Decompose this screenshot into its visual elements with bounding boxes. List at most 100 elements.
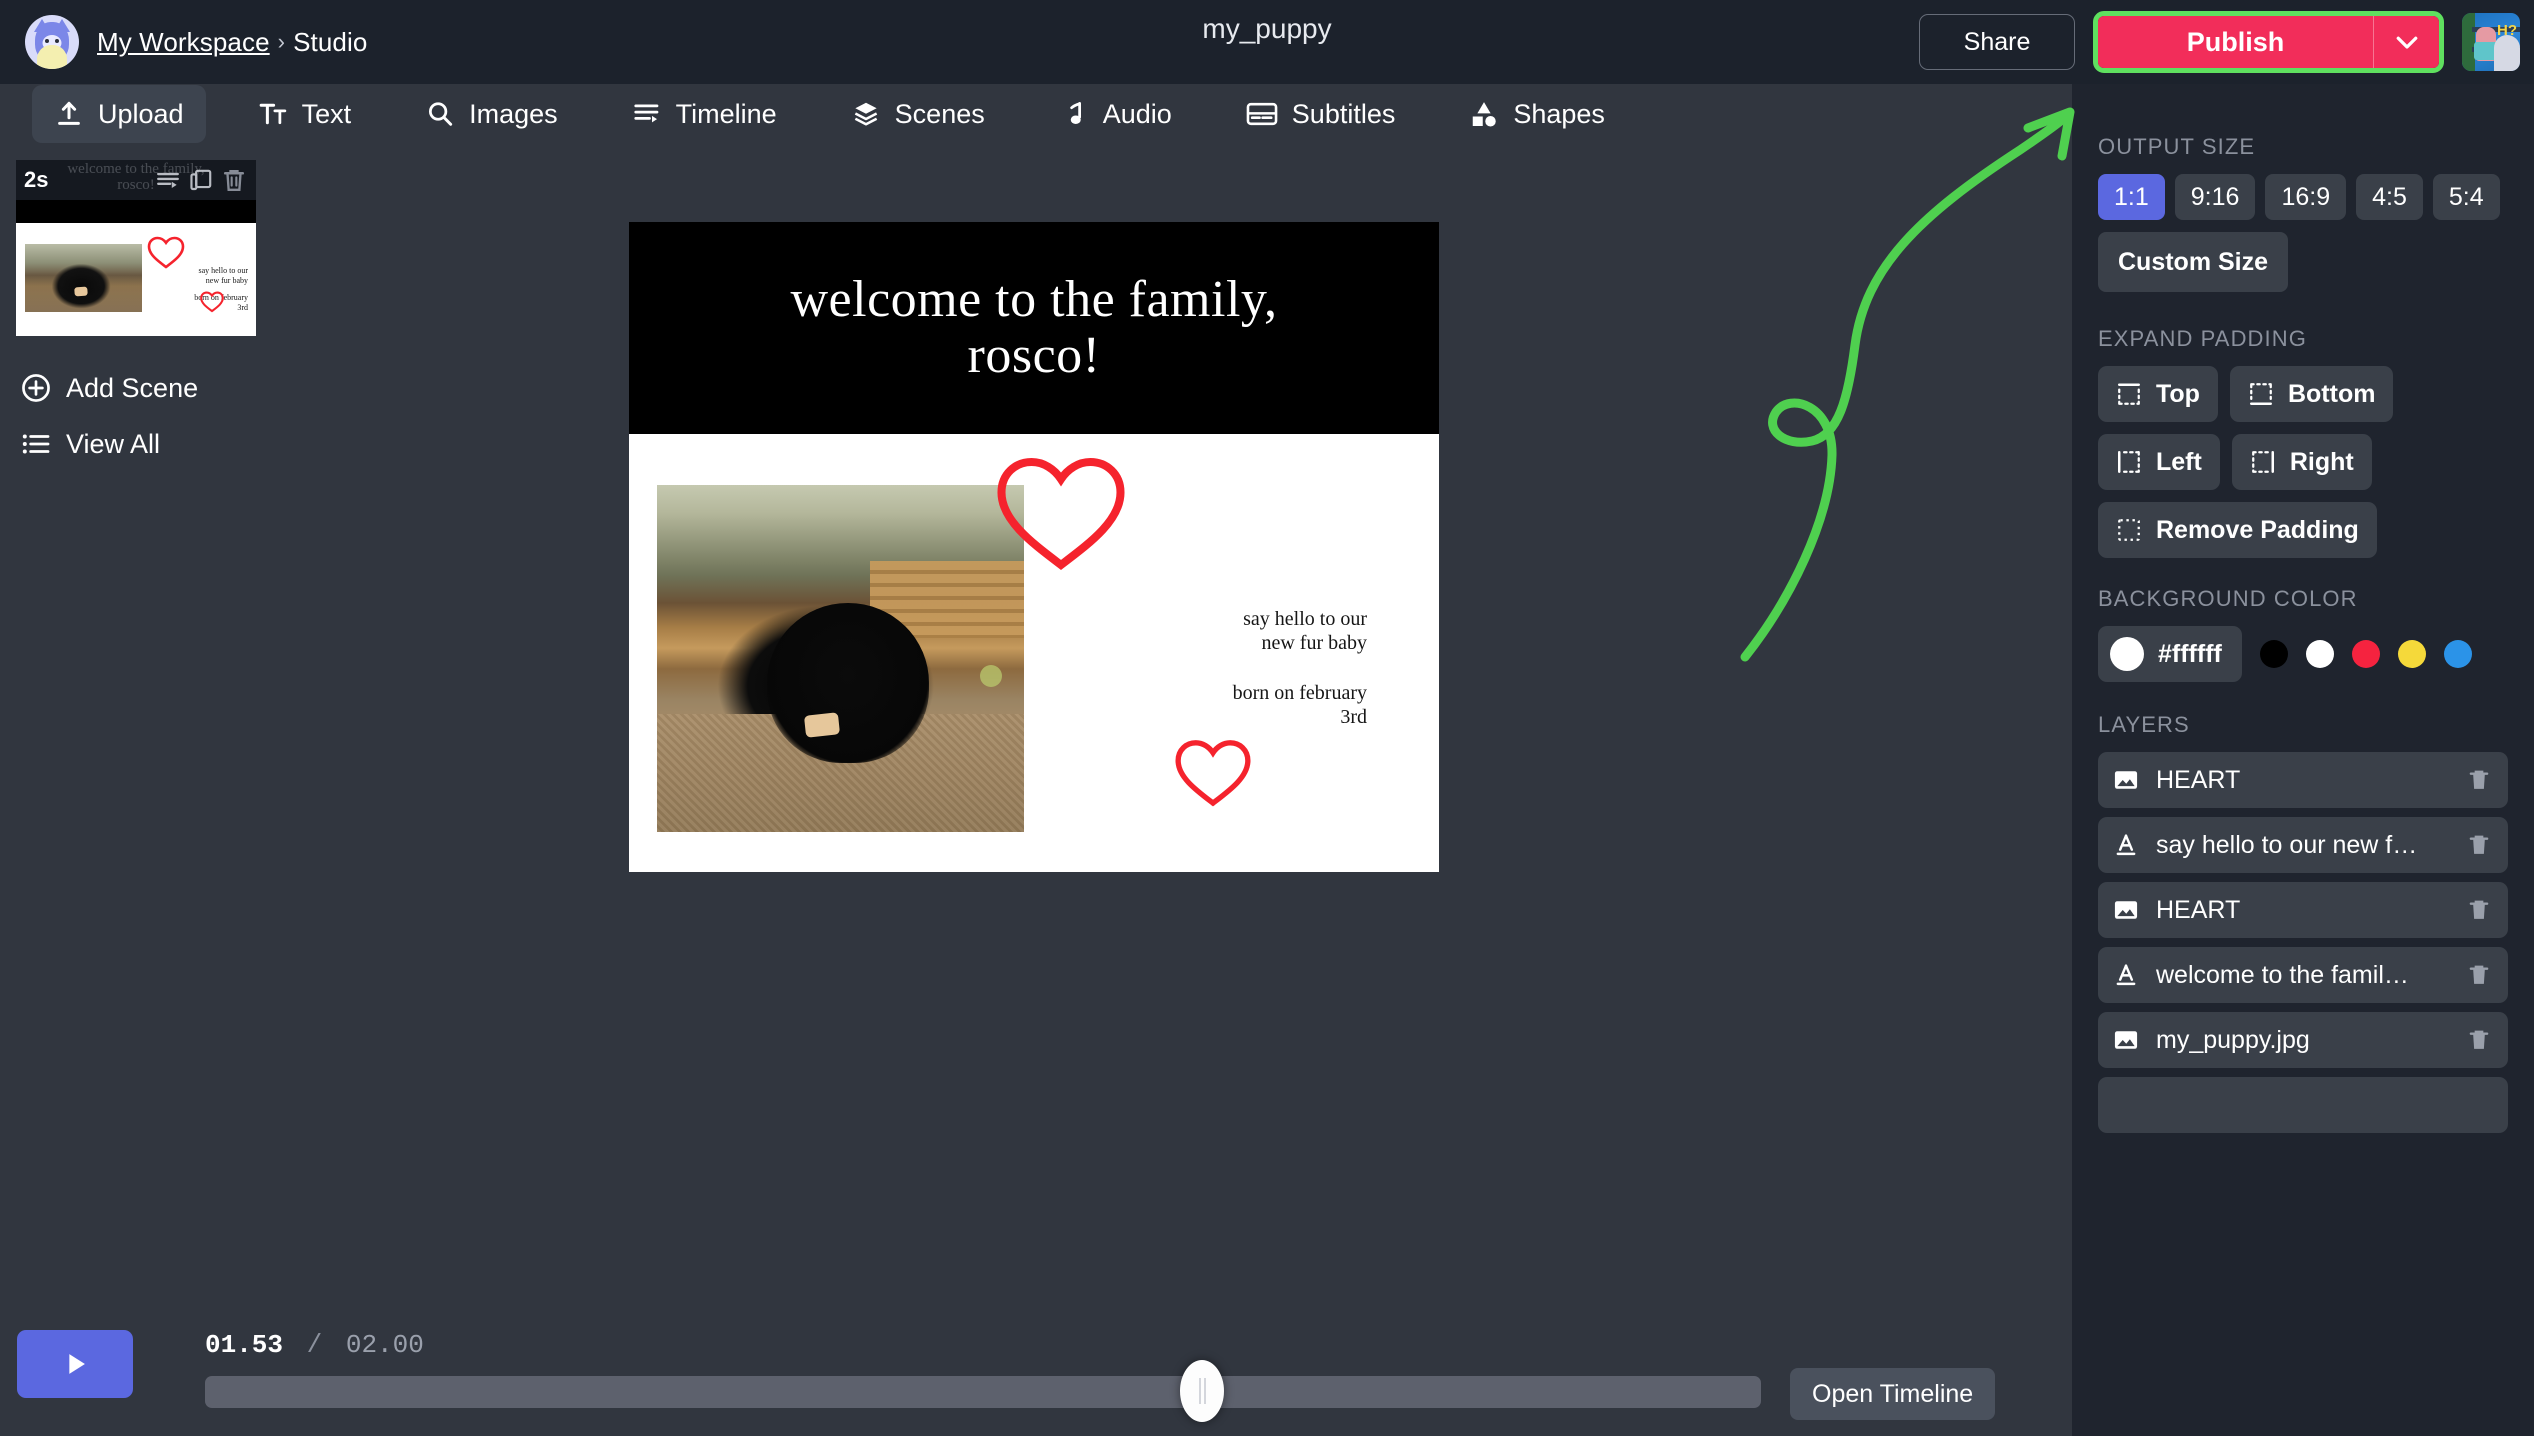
plus-circle-icon <box>22 374 50 402</box>
swatch-yellow[interactable] <box>2397 640 2426 668</box>
padding-bottom-button[interactable]: Bottom <box>2229 366 2394 422</box>
publish-button-group: Publish <box>2093 11 2444 73</box>
remove-padding-button[interactable]: Remove Padding <box>2098 502 2377 558</box>
layer-name: welcome to the famil… <box>2156 960 2409 989</box>
studio-app: My Workspace › Studio my_puppy Share Pub… <box>0 0 2534 1436</box>
padding-left-label: Left <box>2156 447 2202 476</box>
swatch-black[interactable] <box>2259 640 2288 668</box>
padding-right-button[interactable]: Right <box>2231 434 2372 490</box>
scene-thumb-caption-l2: new fur baby <box>205 275 248 285</box>
timeline-icon <box>634 104 659 123</box>
music-note-icon <box>1069 102 1081 124</box>
layer-delete-icon[interactable] <box>2466 832 2492 858</box>
scene-card[interactable]: welcome to the family, rosco! say hello … <box>16 160 256 336</box>
view-all-button[interactable]: View All <box>16 428 256 460</box>
layer-delete-icon[interactable] <box>2466 897 2492 923</box>
scenes-sidebar: welcome to the family, rosco! say hello … <box>0 144 272 1436</box>
layer-name: HEART <box>2156 895 2241 924</box>
avatar-eye-right <box>55 39 59 43</box>
design-canvas[interactable]: welcome to the family, rosco! say hello … <box>629 222 1439 872</box>
playback-bar: 01.53 / 02.00 Open Timeline <box>0 1308 2072 1436</box>
padding-right-label: Right <box>2289 447 2354 476</box>
padding-top-button[interactable]: Top <box>2098 366 2218 422</box>
current-time: 01.53 <box>205 1330 284 1360</box>
seek-slider-track[interactable] <box>205 1376 1761 1408</box>
time-separator: / <box>306 1330 323 1360</box>
layer-row-text-say-hello[interactable]: say hello to our new f… <box>2098 817 2508 873</box>
toolbar-label-subtitles: Subtitles <box>1291 98 1396 129</box>
layer-row-text-welcome[interactable]: welcome to the famil… <box>2098 947 2508 1003</box>
toolbar-item-timeline[interactable]: Timeline <box>610 85 799 143</box>
padding-remove-icon <box>2118 519 2140 541</box>
breadcrumb-current: Studio <box>293 26 368 57</box>
scene-duplicate-icon[interactable] <box>188 167 214 193</box>
layer-row-partial[interactable] <box>2098 1077 2508 1133</box>
workspace-avatar[interactable] <box>25 15 79 69</box>
padding-top-label: Top <box>2156 379 2200 408</box>
canvas-title-line1: welcome to the family, <box>790 271 1278 328</box>
canvas-caption-line1: say hello to our <box>1243 608 1367 630</box>
app-header: My Workspace › Studio my_puppy Share Pub… <box>0 0 2534 84</box>
toolbar-item-images[interactable]: Images <box>403 85 580 143</box>
open-timeline-button[interactable]: Open Timeline <box>1790 1368 1996 1420</box>
layer-row-heart-2[interactable]: HEART <box>2098 882 2508 938</box>
padding-top-icon <box>2118 383 2140 405</box>
layer-name: my_puppy.jpg <box>2156 1025 2310 1054</box>
play-button[interactable] <box>17 1330 133 1398</box>
handle-grip-line-1 <box>1198 1378 1201 1404</box>
canvas-title-text[interactable]: welcome to the family, rosco! <box>629 272 1439 383</box>
ratio-button-1-1[interactable]: 1:1 <box>2098 174 2165 220</box>
toolbar-label-audio: Audio <box>1102 98 1172 129</box>
layer-delete-icon[interactable] <box>2466 1027 2492 1053</box>
breadcrumb-workspace-link[interactable]: My Workspace <box>97 27 270 58</box>
background-color-heading: BACKGROUND COLOR <box>2098 586 2358 611</box>
toolbar-item-subtitles[interactable]: Subtitles <box>1224 85 1418 143</box>
ratio-button-4-5[interactable]: 4:5 <box>2356 174 2423 220</box>
breadcrumb: My Workspace › Studio <box>97 27 367 58</box>
layer-delete-icon[interactable] <box>2466 962 2492 988</box>
layer-row-my-puppy-jpg[interactable]: my_puppy.jpg <box>2098 1012 2508 1068</box>
padding-left-button[interactable]: Left <box>2098 434 2220 490</box>
canvas-puppy-photo[interactable] <box>657 485 1024 832</box>
toolbar-item-audio[interactable]: Audio <box>1037 85 1194 143</box>
scene-delete-icon[interactable] <box>220 166 248 194</box>
handle-grip-line-2 <box>1203 1378 1206 1404</box>
publish-button[interactable]: Publish <box>2098 16 2373 68</box>
canvas-area: welcome to the family, rosco! say hello … <box>272 144 2072 1308</box>
canvas-heart-small-icon[interactable] <box>1172 734 1254 809</box>
layer-row-heart-1[interactable]: HEART <box>2098 752 2508 808</box>
custom-size-button[interactable]: Custom Size <box>2098 232 2289 292</box>
user-profile-thumbnail[interactable]: H? <box>2462 13 2520 71</box>
background-hex-field[interactable]: #ffffff <box>2098 626 2242 682</box>
image-layer-icon <box>2114 1031 2138 1049</box>
properties-panel: OUTPUT SIZE 1:1 9:16 16:9 4:5 5:4 Custom… <box>2072 84 2534 1436</box>
scene-timeline-icon[interactable] <box>154 167 182 193</box>
padding-row-2: Left Right <box>2098 434 2508 490</box>
toolbar-item-upload[interactable]: Upload <box>32 85 206 143</box>
expand-padding-heading: EXPAND PADDING <box>2098 326 2307 351</box>
seek-slider-handle[interactable] <box>1180 1360 1224 1422</box>
swatch-red[interactable] <box>2351 640 2380 668</box>
toolbar-item-text[interactable]: Text <box>236 85 374 143</box>
share-button[interactable]: Share <box>1919 14 2075 70</box>
publish-dropdown-button[interactable] <box>2373 16 2439 68</box>
layer-delete-icon[interactable] <box>2466 767 2492 793</box>
canvas-caption-text[interactable]: say hello to our new fur baby born on fe… <box>1137 607 1367 729</box>
header-actions: Share Publish H? <box>1919 11 2534 73</box>
ratio-button-5-4[interactable]: 5:4 <box>2432 174 2500 220</box>
toolbar-item-scenes[interactable]: Scenes <box>829 85 1007 143</box>
swatch-blue[interactable] <box>2443 640 2472 668</box>
toolbar-label-text: Text <box>301 98 352 129</box>
ratio-button-16-9[interactable]: 16:9 <box>2265 174 2347 220</box>
ratio-button-9-16[interactable]: 9:16 <box>2174 174 2256 220</box>
add-scene-button[interactable]: Add Scene <box>16 372 256 404</box>
image-layer-icon <box>2114 901 2138 919</box>
scene-duration: 2s <box>24 167 49 192</box>
list-icon <box>22 434 50 454</box>
layers-icon <box>854 102 877 126</box>
layer-name: say hello to our new f… <box>2156 830 2418 859</box>
swatch-white[interactable] <box>2305 640 2334 668</box>
canvas-heart-large-icon[interactable] <box>991 447 1131 575</box>
toolbar-item-shapes[interactable]: Shapes <box>1447 85 1627 143</box>
toolbar-label-scenes: Scenes <box>894 98 985 129</box>
